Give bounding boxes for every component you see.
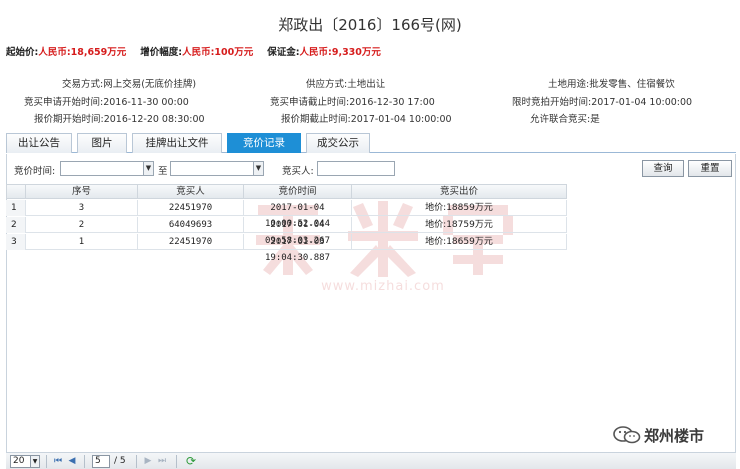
last-page-icon[interactable]: ⏭ [156,455,168,468]
row-number: 2 [6,217,26,233]
tab-bar: 出让公告 图片 挂牌出让文件 竞价记录 成交公示 [6,133,736,153]
joint-bid-value: 是 [590,114,600,125]
auction-start-value: 2017-01-04 10:00:00 [591,97,693,108]
tab-deal-publicity[interactable]: 成交公示 [306,133,370,153]
tab-bid-records[interactable]: 竞价记录 [227,133,301,153]
table-row[interactable]: 3 1 22451970 2017-01-03 19:04:30.887 地价:… [6,234,567,263]
seq-cell: 2 [26,217,138,233]
seq-cell: 3 [26,200,138,216]
supply-mode-value: 土地出让 [347,79,386,90]
grid-header-bid-price[interactable]: 竞买出价 [352,184,567,199]
to-label: 至 [158,166,168,177]
apply-end: 竞买申请截止时间:2016-12-30 17:00 [270,97,435,108]
row-number: 3 [6,234,26,250]
bid-price-cell: 地价:18659万元 [352,234,567,250]
bid-time-start-select[interactable]: ▼ [60,161,154,176]
table-row[interactable]: 2 2 64049693 2017-01-04 09:58:03.267 地价:… [6,217,567,246]
grid-header-bid-time[interactable]: 竞价时间 [244,184,352,199]
seq-cell: 1 [26,234,138,250]
start-price-value: 人民币:18,659万元 [38,47,127,58]
grid-header-seq[interactable]: 序号 [26,184,138,199]
query-button[interactable]: 查询 [642,160,684,177]
start-price-label: 起始价: [6,47,39,58]
apply-end-value: 2016-12-30 17:00 [349,97,435,108]
bid-time-cell: 2017-01-03 19:04:30.887 [244,234,352,263]
bid-price-cell: 地价:18859万元 [352,200,567,216]
deposit-value: 人民币:9,330万元 [299,47,381,58]
tab-images[interactable]: 图片 [77,133,127,153]
deposit-label: 保证金: [267,47,300,58]
bidder-cell: 64049693 [138,217,244,233]
apply-start: 竞买申请开始时间:2016-11-30 00:00 [24,97,189,108]
total-pages: / 5 [114,456,126,466]
prev-page-icon[interactable]: ◀ [66,455,78,468]
quote-end-value: 2017-01-04 10:00:00 [350,114,452,125]
chevron-down-icon: ▼ [253,162,263,175]
page-title: 郑政出〔2016〕166号(网) [278,16,462,34]
quote-end: 报价期截止时间:2017-01-04 10:00:00 [281,114,452,125]
increment-value: 人民币:100万元 [182,47,254,58]
supply-mode: 供应方式:土地出让 [306,79,386,90]
brand-name: 郑州楼市 [644,427,705,445]
table-row[interactable]: 1 3 22451970 2017-01-04 10:00:52.044 地价:… [6,200,567,229]
trade-mode: 交易方式:网上交易(无底价挂牌) [62,79,197,90]
bid-time-end-select[interactable]: ▼ [170,161,264,176]
row-number: 1 [6,200,26,216]
page-size-select[interactable]: 20 ▼ [10,455,40,468]
quote-start-value: 2016-12-20 08:30:00 [103,114,205,125]
bidder-label: 竞买人: [282,166,314,177]
auction-start: 限时竞拍开始时间:2017-01-04 10:00:00 [512,97,693,108]
tab-announcement[interactable]: 出让公告 [6,133,72,153]
apply-start-value: 2016-11-30 00:00 [103,97,189,108]
increment-label: 增价幅度: [140,47,183,58]
bid-records-panel [6,154,736,454]
bidder-cell: 22451970 [138,200,244,216]
trade-mode-value: 网上交易(无底价挂牌) [103,79,197,90]
bidder-input[interactable] [317,161,395,176]
tab-listing-documents[interactable]: 挂牌出让文件 [132,133,222,153]
joint-bid: 允许联合竞买:是 [530,114,600,125]
chevron-down-icon: ▼ [143,162,153,175]
wechat-icon [613,426,641,444]
first-page-icon[interactable]: ⏮ [52,455,64,468]
land-use-value: 批发零售、住宿餐饮 [589,79,675,90]
land-use: 土地用途:批发零售、住宿餐饮 [548,79,675,90]
quote-start: 报价期开始时间:2016-12-20 08:30:00 [34,114,205,125]
bidder-cell: 22451970 [138,234,244,250]
chevron-down-icon: ▼ [30,456,39,467]
bid-time-label: 竞价时间: [14,166,56,177]
bid-price-cell: 地价:18759万元 [352,217,567,233]
price-summary: 起始价:人民币:18,659万元 增价幅度:人民币:100万元 保证金:人民币:9,… [6,44,381,58]
bid-time-cell: 2017-01-04 10:00:52.044 [244,200,352,229]
page-size-value: 20 [13,456,25,466]
search-toolbar: 竞价时间: ▼ 至 ▼ 竞买人: 查询 重置 [6,158,736,180]
grid-header-bidder[interactable]: 竞买人 [138,184,244,199]
pagination-bar: 20 ▼ ⏮ ◀ 5 / 5 ▶ ⏭ ⟳ [6,452,736,469]
current-page-input[interactable]: 5 [92,455,110,468]
next-page-icon[interactable]: ▶ [142,455,154,468]
grid-header-rownum [6,184,26,199]
bid-time-cell: 2017-01-04 09:58:03.267 [244,217,352,246]
reset-button[interactable]: 重置 [688,160,732,177]
refresh-icon[interactable]: ⟳ [184,454,198,468]
